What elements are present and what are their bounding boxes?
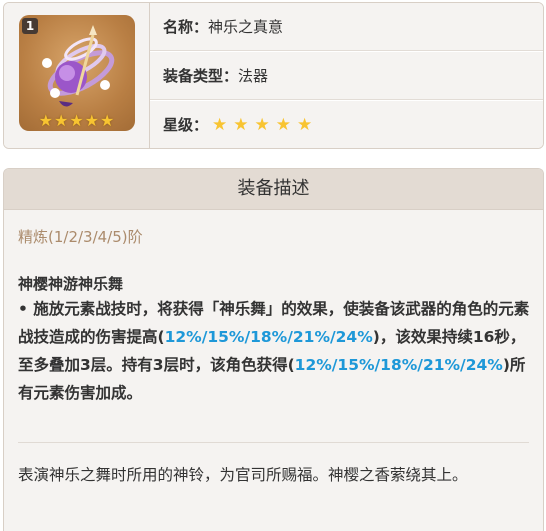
- passive-description: • 施放元素战技时，将获得「神乐舞」的效果，使装备该武器的角色的元素战技造成的伤…: [18, 295, 530, 407]
- weapon-name: 神乐之真意: [208, 18, 284, 36]
- weapon-info-card: 1 ★★★★★ 名称： 神乐之真意 装备类型： 法器 星级： ★★★★★: [3, 2, 544, 149]
- type-row: 装备类型： 法器: [150, 52, 543, 100]
- refine-levels: 精炼(1/2/3/4/5)阶: [18, 228, 143, 246]
- passive-value-1: 12%/15%/18%/21%/24%: [164, 328, 373, 346]
- refine-badge: 1: [22, 18, 38, 34]
- weapon-icon-cell: 1 ★★★★★: [4, 3, 150, 148]
- name-row: 名称： 神乐之真意: [150, 3, 543, 51]
- description-card: 装备描述 精炼(1/2/3/4/5)阶 神樱神游神乐舞 • 施放元素战技时，将获…: [3, 168, 544, 531]
- rarity-label: 星级：: [163, 116, 209, 134]
- catalyst-bell-icon: 1 ★★★★★: [19, 15, 135, 131]
- rarity-stars-overlay: ★★★★★: [38, 111, 116, 130]
- section-divider: [18, 442, 529, 443]
- description-header: 装备描述: [4, 169, 543, 210]
- type-label: 装备类型：: [163, 67, 239, 85]
- rarity-row: 星级： ★★★★★: [150, 101, 543, 148]
- name-label: 名称：: [163, 18, 209, 36]
- passive-value-2: 12%/15%/18%/21%/24%: [294, 356, 503, 374]
- passive-name: 神樱神游神乐舞: [18, 275, 124, 293]
- lore-text: 表演神乐之舞时所用的神铃，为官司所赐福。神樱之香萦绕其上。: [18, 466, 468, 484]
- weapon-type: 法器: [238, 67, 269, 85]
- rarity-stars: ★★★★★: [212, 114, 319, 135]
